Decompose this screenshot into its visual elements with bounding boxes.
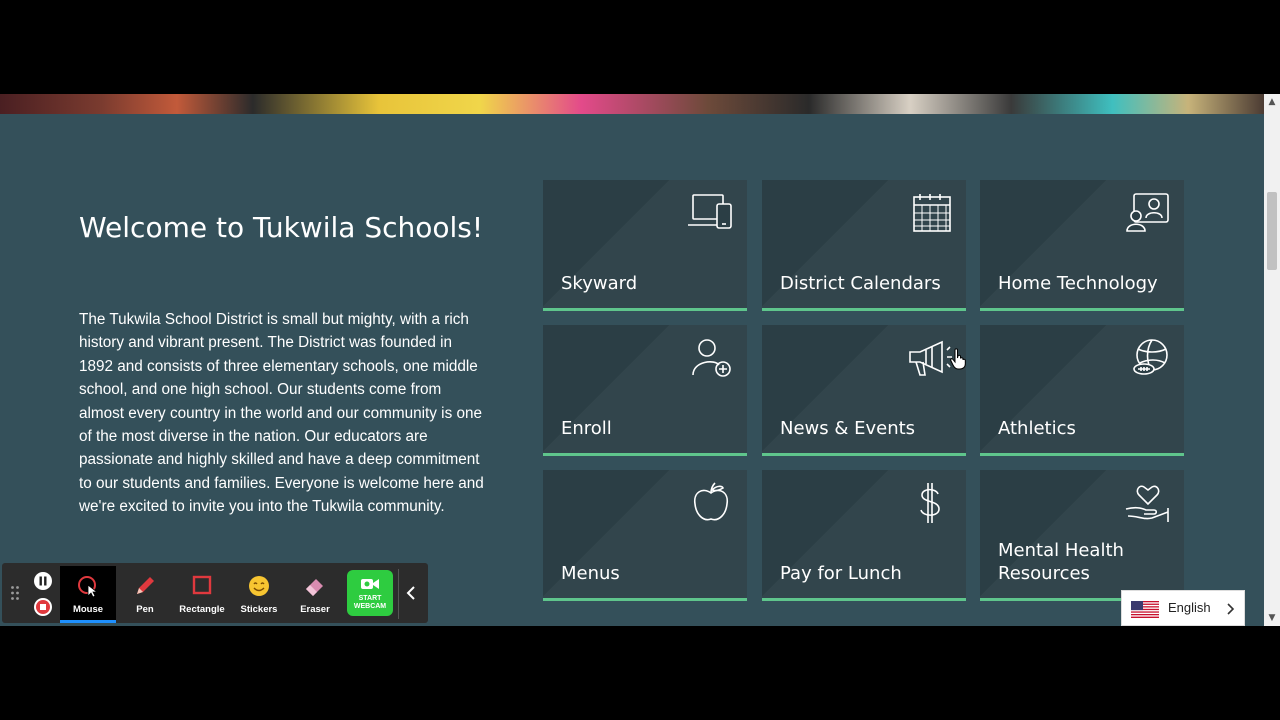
tile-enroll[interactable]: Enroll	[543, 325, 747, 456]
sports-balls-icon	[1124, 337, 1172, 379]
stop-button[interactable]	[34, 598, 52, 616]
tool-label: Pen	[136, 604, 154, 615]
laptop-phone-icon	[687, 192, 735, 234]
tool-eraser[interactable]: Eraser	[288, 566, 342, 623]
us-flag-icon	[1131, 601, 1159, 618]
tile-label: Enroll	[561, 418, 612, 439]
scroll-down-icon[interactable]: ▼	[1264, 610, 1280, 626]
tool-pen[interactable]: Pen	[118, 566, 172, 623]
eraser-icon	[306, 579, 323, 596]
language-label: English	[1168, 600, 1211, 615]
megaphone-icon	[906, 337, 954, 379]
heart-hand-icon	[1124, 482, 1172, 524]
stop-icon	[36, 600, 50, 614]
tile-district-calendars[interactable]: District Calendars	[762, 180, 966, 311]
mouse-cursor-icon	[78, 576, 99, 598]
calendar-icon	[906, 192, 954, 234]
pause-button[interactable]	[34, 572, 52, 590]
tile-pay-for-lunch[interactable]: Pay for Lunch	[762, 470, 966, 601]
welcome-section: Welcome to Tukwila Schools! The Tukwila …	[0, 114, 1264, 626]
welcome-paragraph: The Tukwila School District is small but…	[79, 311, 484, 516]
tool-rectangle[interactable]: Rectangle	[174, 566, 230, 623]
tile-mental-health-resources[interactable]: Mental Health Resources	[980, 470, 1184, 601]
tile-athletics[interactable]: Athletics	[980, 325, 1184, 456]
start-webcam-button[interactable]: START WEBCAM	[347, 570, 393, 616]
scroll-thumb[interactable]	[1267, 192, 1277, 270]
sticker-face-icon	[249, 576, 269, 596]
tile-label: Athletics	[998, 418, 1076, 439]
hero-image	[0, 94, 1264, 114]
toolbar-divider	[398, 569, 399, 619]
page-scrollbar[interactable]: ▲ ▼	[1264, 94, 1280, 626]
tool-label: Mouse	[72, 604, 104, 615]
pause-icon	[39, 576, 47, 586]
dollar-icon	[906, 482, 954, 524]
tile-label: Mental Health Resources	[998, 540, 1124, 584]
tile-news-events[interactable]: News & Events	[762, 325, 966, 456]
webcam-label-start: START	[358, 595, 382, 602]
tool-stickers[interactable]: Stickers	[232, 566, 286, 623]
pen-icon	[137, 577, 154, 594]
tool-label: Rectangle	[179, 604, 225, 615]
rectangle-icon	[192, 575, 212, 595]
tile-label: Home Technology	[998, 273, 1158, 294]
tile-label: District Calendars	[780, 273, 941, 294]
browser-viewport: Welcome to Tukwila Schools! The Tukwila …	[0, 94, 1280, 626]
tile-label: News & Events	[780, 418, 916, 439]
scroll-up-icon[interactable]: ▲	[1264, 94, 1280, 110]
webcam-icon	[361, 579, 379, 589]
tile-label: Menus	[561, 563, 620, 584]
tile-home-technology[interactable]: Home Technology	[980, 180, 1184, 311]
tile-menus[interactable]: Menus	[543, 470, 747, 601]
tool-label: Stickers	[240, 604, 278, 615]
webcam-label-webcam: WEBCAM	[353, 603, 387, 610]
page-title: Welcome to Tukwila Schools!	[79, 211, 484, 244]
language-selector[interactable]: English	[1121, 590, 1245, 626]
collapse-toolbar-icon[interactable]	[403, 585, 419, 601]
tool-label: Eraser	[300, 604, 330, 615]
tile-label: Skyward	[561, 273, 638, 294]
hand-cursor-icon	[950, 348, 966, 370]
recorder-toolbar: Mouse Pen Rectangle Stickers Eraser STAR…	[2, 563, 428, 623]
tile-skyward[interactable]: Skyward	[543, 180, 747, 311]
tool-mouse[interactable]: Mouse	[60, 566, 116, 623]
user-add-icon	[687, 337, 735, 379]
apple-icon	[687, 482, 735, 524]
chevron-right-icon	[1224, 602, 1236, 616]
tile-label: Pay for Lunch	[780, 563, 902, 584]
drag-handle-icon[interactable]	[10, 585, 20, 601]
user-screen-icon	[1124, 192, 1172, 234]
